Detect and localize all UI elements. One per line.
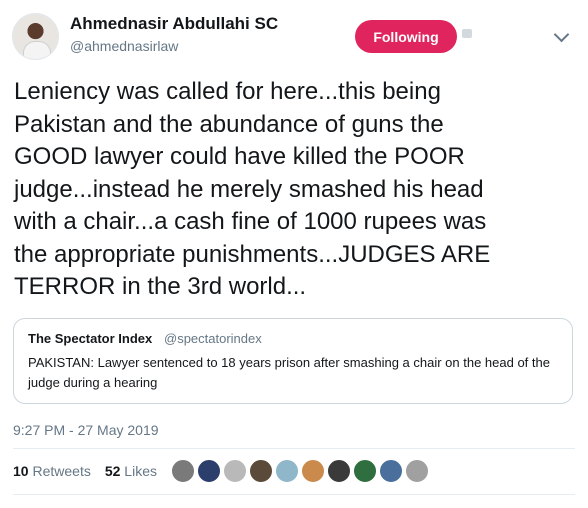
- author-name[interactable]: Ahmednasir Abdullahi SC: [70, 14, 278, 34]
- tweet-stats: 10 Retweets 52 Likes: [13, 463, 157, 479]
- following-button[interactable]: Following: [355, 20, 457, 53]
- author-avatar[interactable]: [12, 13, 59, 60]
- divider: [13, 494, 575, 495]
- quoted-tweet[interactable]: The Spectator Index @spectatorindex PAKI…: [13, 318, 573, 404]
- chevron-down-icon[interactable]: [553, 26, 570, 43]
- likes-count: 52: [104, 463, 121, 479]
- author-handle[interactable]: @ahmednasirlaw: [70, 38, 178, 54]
- liker-avatar[interactable]: [223, 459, 247, 483]
- liker-avatar[interactable]: [327, 459, 351, 483]
- quoted-author-handle: @spectatorindex: [164, 331, 262, 346]
- retweets-count: 10: [13, 463, 29, 479]
- liker-avatar[interactable]: [405, 459, 429, 483]
- retweets-stat[interactable]: 10 Retweets: [13, 463, 91, 479]
- likes-label: Likes: [124, 463, 157, 479]
- liker-avatar[interactable]: [197, 459, 221, 483]
- liker-avatar[interactable]: [171, 459, 195, 483]
- retweets-label: Retweets: [32, 463, 91, 479]
- divider: [13, 448, 575, 449]
- quoted-tweet-text: PAKISTAN: Lawyer sentenced to 18 years p…: [28, 355, 550, 390]
- liker-avatar[interactable]: [249, 459, 273, 483]
- liker-avatar[interactable]: [353, 459, 377, 483]
- tweet-text: Leniency was called for here...this bein…: [14, 78, 491, 300]
- liker-avatar[interactable]: [275, 459, 299, 483]
- liker-avatars: [171, 459, 429, 483]
- likes-stat[interactable]: 52 Likes: [105, 463, 157, 479]
- notification-settings-icon[interactable]: [462, 29, 472, 38]
- tweet-timestamp[interactable]: 9:27 PM - 27 May 2019: [13, 422, 159, 438]
- liker-avatar[interactable]: [301, 459, 325, 483]
- quoted-author-name: The Spectator Index: [28, 331, 153, 346]
- liker-avatar[interactable]: [379, 459, 403, 483]
